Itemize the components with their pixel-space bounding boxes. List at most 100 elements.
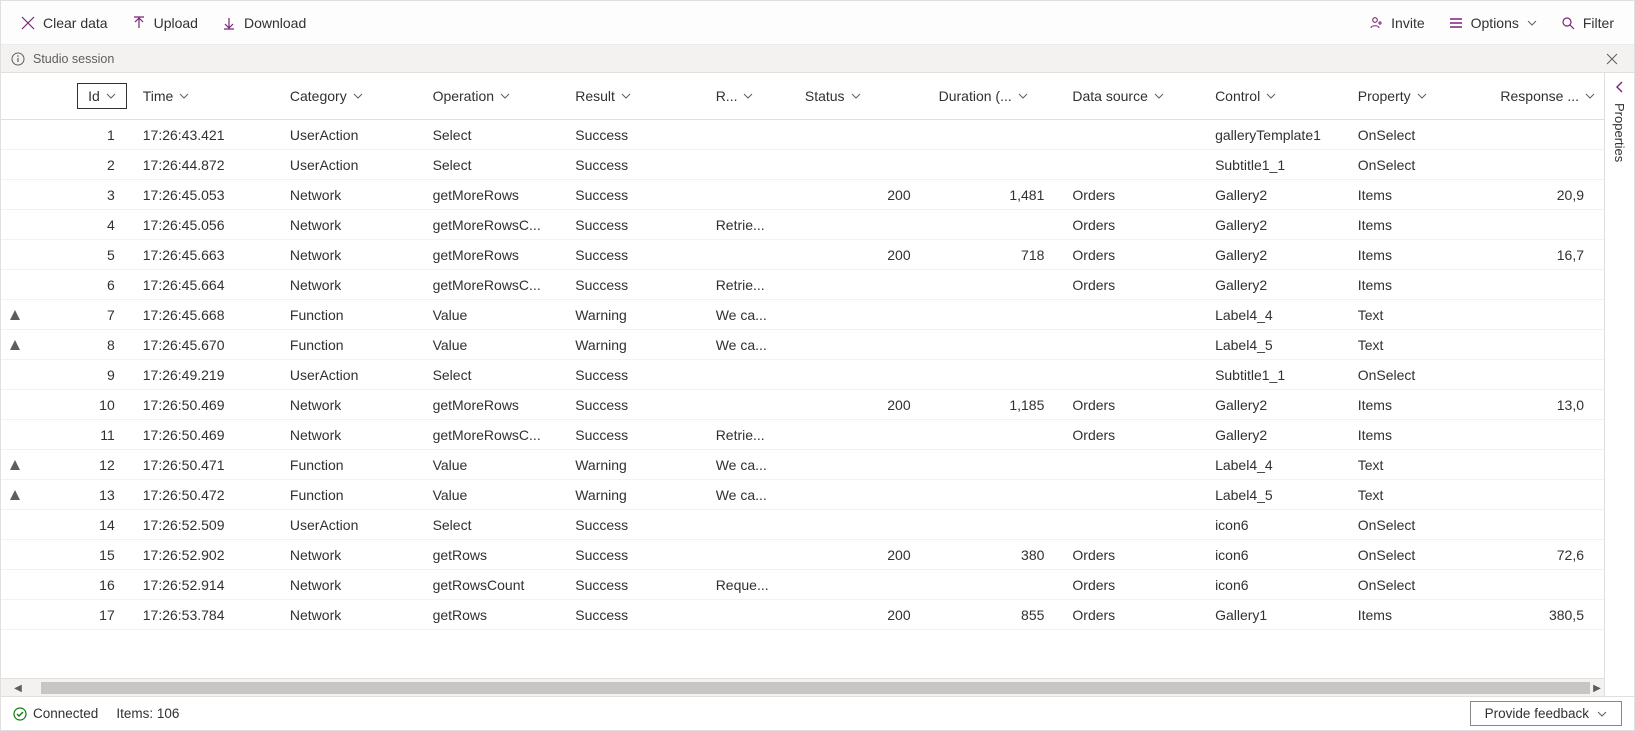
- cell-category: Network: [282, 570, 425, 600]
- cell-rinfo: [708, 510, 797, 540]
- cell-status: [797, 510, 931, 540]
- cell-response: [1492, 150, 1604, 180]
- cell-property: Items: [1350, 390, 1493, 420]
- cell-duration: [931, 330, 1065, 360]
- cell-id: 9: [37, 360, 135, 390]
- cell-datasource: Orders: [1064, 600, 1207, 630]
- cell-duration: [931, 270, 1065, 300]
- invite-button[interactable]: Invite: [1357, 5, 1436, 41]
- col-status-header[interactable]: Status: [805, 88, 923, 104]
- cell-response: 16,7: [1492, 240, 1604, 270]
- col-control-header[interactable]: Control: [1215, 88, 1342, 104]
- options-button[interactable]: Options: [1437, 5, 1549, 41]
- cell-category: Function: [282, 480, 425, 510]
- horizontal-scrollbar[interactable]: ◀ ▶: [1, 678, 1604, 696]
- column-header-row: Id Time Category Operation Result R... S…: [1, 73, 1604, 120]
- cell-datasource: [1064, 150, 1207, 180]
- table-row[interactable]: 1017:26:50.469NetworkgetMoreRowsSuccess2…: [1, 390, 1604, 420]
- cell-result: Success: [567, 180, 707, 210]
- table-row[interactable]: 1217:26:50.471FunctionValueWarningWe ca.…: [1, 450, 1604, 480]
- cell-id: 15: [37, 540, 135, 570]
- col-duration-header[interactable]: Duration (...: [939, 88, 1057, 104]
- cell-property: Items: [1350, 180, 1493, 210]
- filter-button[interactable]: Filter: [1549, 5, 1626, 41]
- table-row[interactable]: 617:26:45.664NetworkgetMoreRowsC...Succe…: [1, 270, 1604, 300]
- cell-status: [797, 360, 931, 390]
- cell-duration: [931, 570, 1065, 600]
- cell-response: [1492, 360, 1604, 390]
- cell-rinfo: [708, 540, 797, 570]
- table-row[interactable]: 717:26:45.668FunctionValueWarningWe ca..…: [1, 300, 1604, 330]
- table-row[interactable]: 117:26:43.421UserActionSelectSuccessgall…: [1, 120, 1604, 150]
- cell-response: [1492, 570, 1604, 600]
- download-button[interactable]: Download: [210, 5, 318, 41]
- cell-id: 8: [37, 330, 135, 360]
- table-row[interactable]: 1317:26:50.472FunctionValueWarningWe ca.…: [1, 480, 1604, 510]
- cell-result: Success: [567, 120, 707, 150]
- cell-property: Items: [1350, 270, 1493, 300]
- col-id-header[interactable]: Id: [77, 83, 127, 109]
- cell-category: Network: [282, 600, 425, 630]
- table-row[interactable]: 917:26:49.219UserActionSelectSuccessSubt…: [1, 360, 1604, 390]
- scroll-left-icon[interactable]: ◀: [11, 679, 25, 696]
- col-time-header[interactable]: Time: [143, 88, 274, 104]
- cell-datasource: [1064, 480, 1207, 510]
- table-row[interactable]: 817:26:45.670FunctionValueWarningWe ca..…: [1, 330, 1604, 360]
- properties-panel-label[interactable]: Properties: [1612, 103, 1627, 162]
- col-datasource-header[interactable]: Data source: [1072, 88, 1199, 104]
- table-row[interactable]: 1617:26:52.914NetworkgetRowsCountSuccess…: [1, 570, 1604, 600]
- event-grid[interactable]: Id Time Category Operation Result R... S…: [1, 73, 1604, 678]
- table-row[interactable]: 317:26:45.053NetworkgetMoreRowsSuccess20…: [1, 180, 1604, 210]
- cell-duration: [931, 150, 1065, 180]
- cell-category: Function: [282, 450, 425, 480]
- cell-id: 5: [37, 240, 135, 270]
- upload-icon: [132, 16, 146, 30]
- table-row[interactable]: 1117:26:50.469NetworkgetMoreRowsC...Succ…: [1, 420, 1604, 450]
- col-result-header[interactable]: Result: [575, 88, 699, 104]
- close-session-button[interactable]: [1600, 51, 1624, 67]
- col-response-header[interactable]: Response ...: [1500, 88, 1596, 104]
- cell-category: Network: [282, 180, 425, 210]
- cell-control: galleryTemplate1: [1207, 120, 1350, 150]
- cell-result: Success: [567, 390, 707, 420]
- table-row[interactable]: 1717:26:53.784NetworkgetRowsSuccess20085…: [1, 600, 1604, 630]
- scrollbar-thumb[interactable]: [41, 682, 1590, 694]
- cell-category: UserAction: [282, 150, 425, 180]
- expand-panel-button[interactable]: [1614, 81, 1626, 93]
- table-row[interactable]: 217:26:44.872UserActionSelectSuccessSubt…: [1, 150, 1604, 180]
- cell-rinfo: [708, 180, 797, 210]
- cell-time: 17:26:52.914: [135, 570, 282, 600]
- cell-id: 6: [37, 270, 135, 300]
- cell-time: 17:26:50.471: [135, 450, 282, 480]
- cell-datasource: Orders: [1064, 570, 1207, 600]
- table-row[interactable]: 417:26:45.056NetworkgetMoreRowsC...Succe…: [1, 210, 1604, 240]
- cell-response: [1492, 210, 1604, 240]
- chevron-down-icon: [1266, 91, 1276, 101]
- cell-time: 17:26:52.902: [135, 540, 282, 570]
- warning-icon: [1, 210, 37, 240]
- provide-feedback-button[interactable]: Provide feedback: [1470, 701, 1622, 726]
- table-row[interactable]: 1517:26:52.902NetworkgetRowsSuccess20038…: [1, 540, 1604, 570]
- col-property-header[interactable]: Property: [1358, 88, 1485, 104]
- cell-id: 16: [37, 570, 135, 600]
- table-row[interactable]: 517:26:45.663NetworkgetMoreRowsSuccess20…: [1, 240, 1604, 270]
- chevron-down-icon: [106, 91, 116, 101]
- cell-property: Items: [1350, 600, 1493, 630]
- warning-icon: [1, 330, 37, 360]
- scroll-right-icon[interactable]: ▶: [1590, 679, 1604, 696]
- col-category-header[interactable]: Category: [290, 88, 417, 104]
- clear-label: Clear data: [43, 15, 108, 31]
- cell-control: Gallery2: [1207, 180, 1350, 210]
- cell-duration: 718: [931, 240, 1065, 270]
- upload-button[interactable]: Upload: [120, 5, 210, 41]
- chevron-down-icon: [1018, 91, 1028, 101]
- cell-category: Network: [282, 240, 425, 270]
- col-operation-header[interactable]: Operation: [433, 88, 560, 104]
- col-rinfo-header[interactable]: R...: [716, 88, 789, 104]
- cell-operation: getMoreRowsC...: [425, 210, 568, 240]
- warning-icon: [1, 360, 37, 390]
- table-row[interactable]: 1417:26:52.509UserActionSelectSuccessico…: [1, 510, 1604, 540]
- cell-duration: [931, 210, 1065, 240]
- clear-data-button[interactable]: Clear data: [9, 5, 120, 41]
- cell-status: [797, 120, 931, 150]
